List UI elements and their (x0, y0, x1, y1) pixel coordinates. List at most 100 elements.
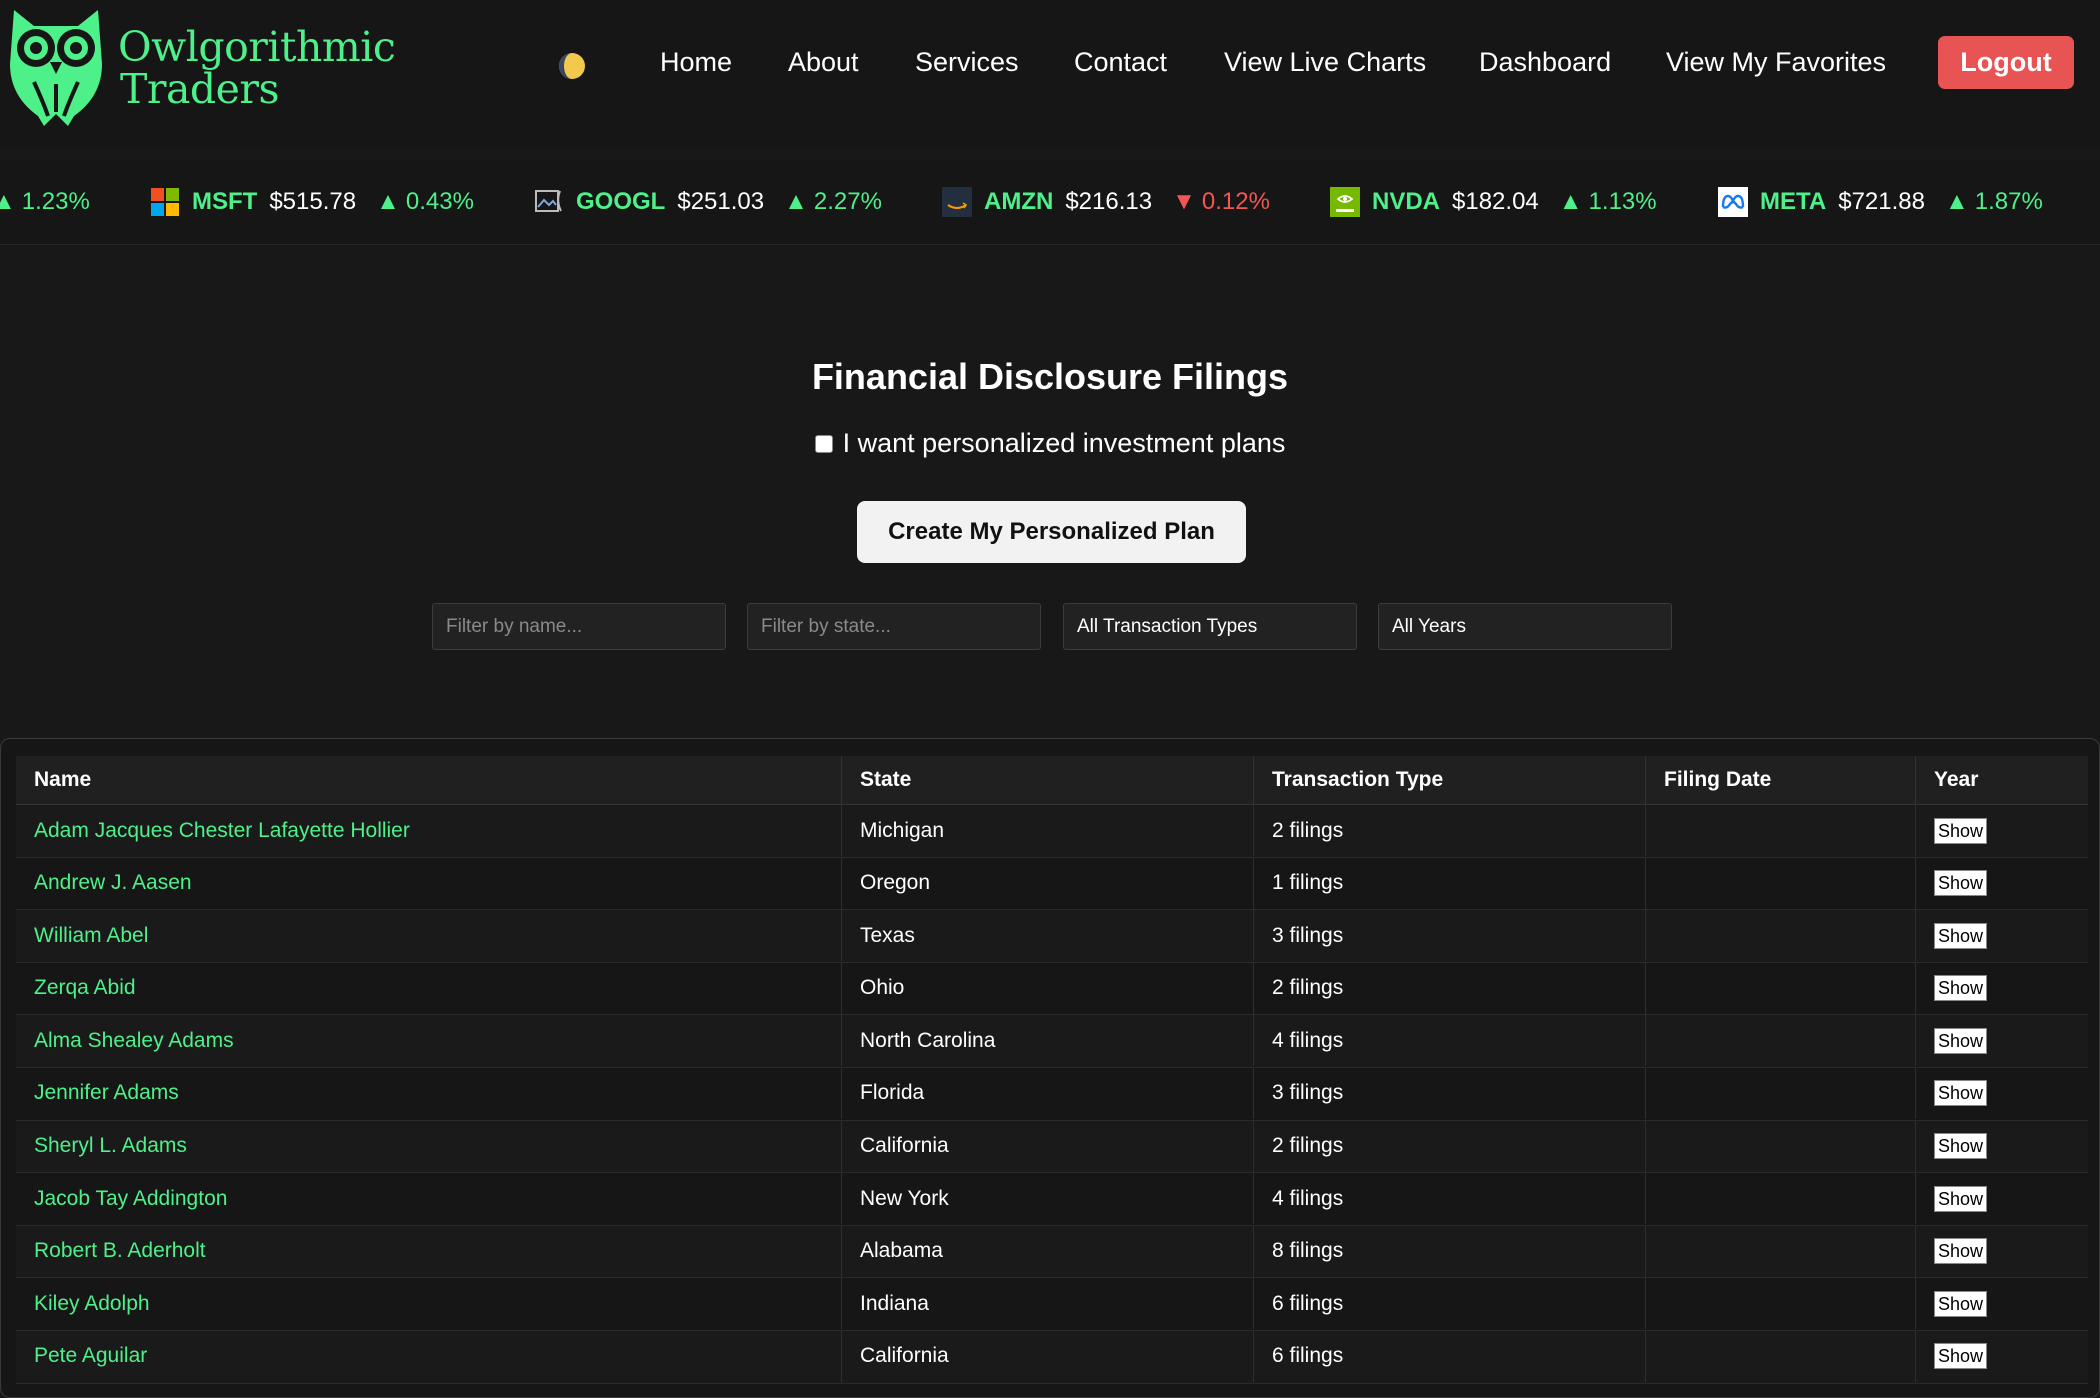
year-cell: Show (1916, 963, 2088, 1014)
ticker-item-msft[interactable]: MSFT $515.78 ▲ 0.43% (150, 160, 474, 244)
filer-name-link[interactable]: Andrew J. Aasen (16, 857, 842, 909)
filing-count: 8 filings (1254, 1225, 1646, 1277)
filer-name-link[interactable]: Adam Jacques Chester Lafayette Hollier (16, 805, 842, 856)
brand-name: Owlgorithmic Traders (118, 23, 396, 110)
show-filings-button[interactable]: Show (1934, 922, 1988, 949)
filer-state: California (842, 1330, 1254, 1382)
table-row: Robert B. Aderholt Alabama 8 filings Show (16, 1225, 2088, 1279)
filings-table: Name State Transaction Type Filing Date … (16, 756, 2088, 1384)
year-cell: Show (1916, 1278, 2088, 1329)
ticker-price: $721.88 (1838, 188, 1925, 215)
transaction-type-select[interactable]: All Transaction Types (1063, 603, 1357, 650)
filer-name-link[interactable]: Zerqa Abid (16, 962, 842, 1014)
nav-contact[interactable]: Contact (1074, 44, 1167, 80)
site-header: Owlgorithmic Traders Home About Services… (0, 0, 2100, 148)
ticker-item-nvda[interactable]: NVDA $182.04 ▲ 1.13% (1330, 160, 1657, 244)
filer-name-link[interactable]: Jennifer Adams (16, 1067, 842, 1119)
show-filings-button[interactable]: Show (1934, 870, 1988, 897)
filing-count: 2 filings (1254, 1120, 1646, 1172)
filer-name-link[interactable]: Alma Shealey Adams (16, 1015, 842, 1067)
filing-count: 4 filings (1254, 1173, 1646, 1225)
year-cell: Show (1916, 1173, 2088, 1224)
filing-date-cell (1646, 962, 1916, 1014)
show-filings-button[interactable]: Show (1934, 1027, 1988, 1054)
filer-state: Florida (842, 1067, 1254, 1119)
column-header-year[interactable]: Year (1916, 756, 2088, 804)
nvidia-logo-icon (1330, 187, 1360, 217)
state-filter-input[interactable]: Filter by state... (747, 603, 1041, 650)
show-filings-button[interactable]: Show (1934, 1238, 1988, 1265)
moon-icon[interactable] (557, 51, 587, 81)
ticker-price: $182.04 (1452, 188, 1539, 215)
filer-name-link[interactable]: Jacob Tay Addington (16, 1173, 842, 1225)
column-header-transaction-type[interactable]: Transaction Type (1254, 756, 1646, 804)
up-arrow-icon: ▲ (1558, 188, 1583, 215)
filing-date-cell (1646, 1173, 1916, 1225)
show-filings-button[interactable]: Show (1934, 1185, 1988, 1212)
filing-date-cell (1646, 910, 1916, 962)
year-cell: Show (1916, 1015, 2088, 1066)
filer-name-link[interactable]: Kiley Adolph (16, 1278, 842, 1330)
column-header-name[interactable]: Name (16, 756, 842, 804)
show-filings-button[interactable]: Show (1934, 1080, 1988, 1107)
show-filings-button[interactable]: Show (1934, 1343, 1988, 1370)
filing-count: 4 filings (1254, 1015, 1646, 1067)
filing-count: 6 filings (1254, 1278, 1646, 1330)
filing-date-cell (1646, 1120, 1916, 1172)
filer-state: Alabama (842, 1225, 1254, 1277)
filing-date-cell (1646, 805, 1916, 856)
filer-name-link[interactable]: Sheryl L. Adams (16, 1120, 842, 1172)
filer-name-link[interactable]: Pete Aguilar (16, 1330, 842, 1382)
table-header: Name State Transaction Type Filing Date … (16, 756, 2088, 805)
nav-view-live-charts[interactable]: View Live Charts (1224, 44, 1426, 80)
filer-state: Ohio (842, 962, 1254, 1014)
table-row: Pete Aguilar California 6 filings Show (16, 1330, 2088, 1384)
ticker-price: $216.13 (1065, 188, 1153, 215)
personalized-plan-checkbox[interactable] (814, 434, 833, 453)
filer-name-link[interactable]: William Abel (16, 910, 842, 962)
ticker-change: 0.43% (405, 188, 474, 215)
year-cell: Show (1916, 1331, 2088, 1382)
filings-table-container: Name State Transaction Type Filing Date … (0, 738, 2100, 1398)
ticker-item-meta[interactable]: META $721.88 ▲ 1.87% (1718, 160, 2043, 244)
column-header-state[interactable]: State (842, 756, 1254, 804)
show-filings-button[interactable]: Show (1934, 1133, 1988, 1160)
nav-home[interactable]: Home (660, 44, 732, 80)
filing-count: 2 filings (1254, 805, 1646, 856)
brand-line-1: Owlgorithmic (118, 23, 396, 71)
table-body: Adam Jacques Chester Lafayette Hollier Mi… (16, 805, 2088, 1384)
table-row: William Abel Texas 3 filings Show (16, 910, 2088, 963)
show-filings-button[interactable]: Show (1934, 975, 1988, 1002)
personalized-plan-label[interactable]: I want personalized investment plans (843, 428, 1286, 459)
nav-about[interactable]: About (788, 44, 859, 80)
table-row: Alma Shealey Adams North Carolina 4 filing… (16, 1015, 2088, 1068)
table-row: Zerqa Abid Ohio 2 filings Show (16, 962, 2088, 1016)
name-filter-input[interactable]: Filter by name... (432, 603, 726, 650)
filing-count: 2 filings (1254, 962, 1646, 1014)
filer-state: California (842, 1120, 1254, 1172)
stock-ticker: ▲ 1.23% MSFT $515.78 ▲ 0.43% GOOGL $251.… (0, 160, 2100, 245)
show-filings-button[interactable]: Show (1934, 817, 1988, 844)
microsoft-logo-icon (151, 188, 179, 216)
filing-date-cell (1646, 1067, 1916, 1119)
nav-dashboard[interactable]: Dashboard (1479, 44, 1611, 80)
ticker-item-googl[interactable]: GOOGL $251.03 ▲ 2.27% (534, 160, 882, 244)
ticker-symbol: NVDA (1372, 188, 1441, 215)
show-filings-button[interactable]: Show (1934, 1290, 1988, 1317)
year-cell: Show (1916, 1121, 2088, 1172)
brand-logo[interactable]: Owlgorithmic Traders (4, 4, 396, 130)
logout-button[interactable]: Logout (1938, 36, 2074, 89)
table-row: Jennifer Adams Florida 3 filings Show (16, 1067, 2088, 1121)
filer-state: Oregon (842, 857, 1254, 909)
filer-state: New York (842, 1173, 1254, 1225)
year-select[interactable]: All Years (1378, 603, 1672, 650)
ticker-change: 1.87% (1974, 188, 2043, 215)
column-header-filing-date[interactable]: Filing Date (1646, 756, 1916, 804)
nav-services[interactable]: Services (915, 44, 1019, 80)
up-arrow-icon: ▲ (0, 188, 16, 216)
filing-count: 1 filings (1254, 857, 1646, 909)
ticker-item-amzn[interactable]: AMZN $216.13 ▼ 0.12% (942, 160, 1270, 244)
nav-view-my-favorites[interactable]: View My Favorites (1666, 44, 1886, 80)
filer-name-link[interactable]: Robert B. Aderholt (16, 1225, 842, 1277)
create-plan-button[interactable]: Create My Personalized Plan (857, 501, 1246, 563)
